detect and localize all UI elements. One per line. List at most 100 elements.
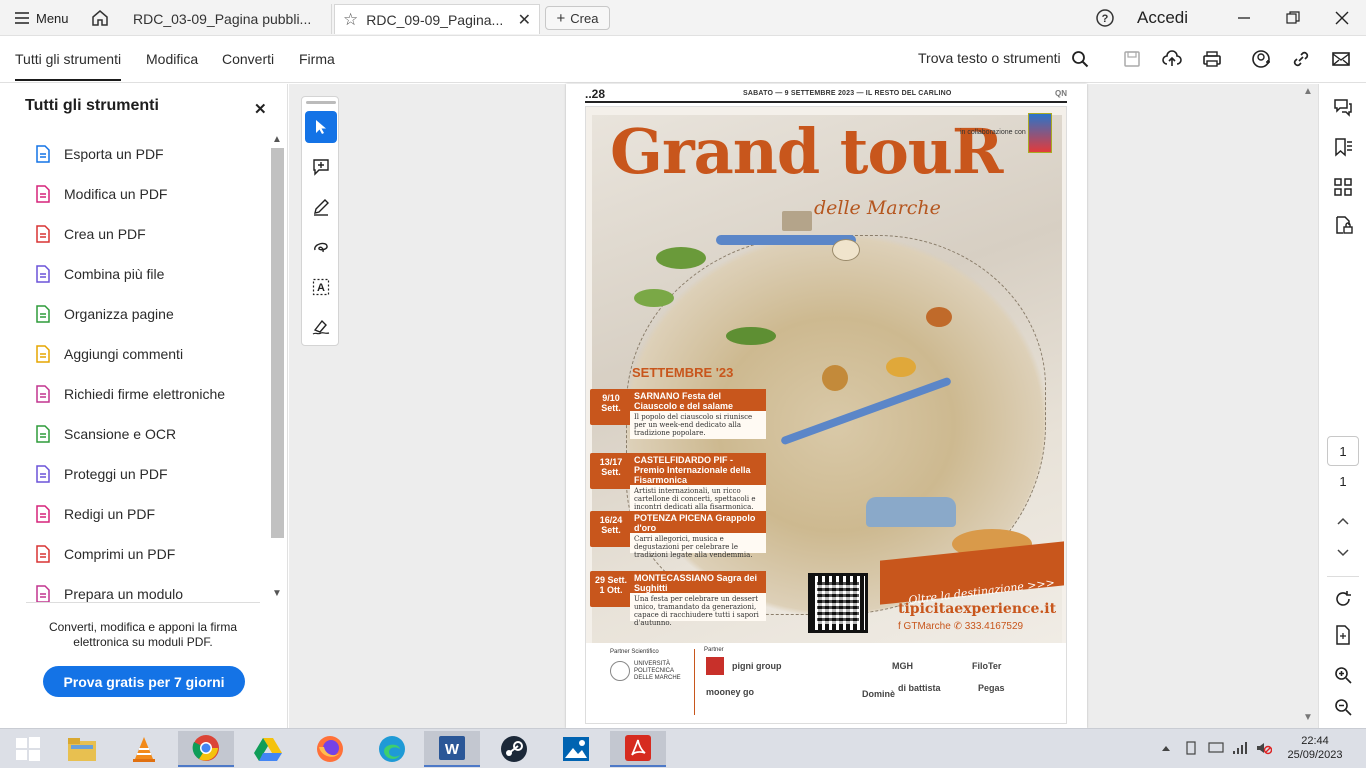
sign-in-button[interactable]: Accedi	[1137, 8, 1188, 28]
start-button[interactable]	[0, 731, 56, 767]
next-page-button[interactable]	[1332, 542, 1354, 564]
zoom-in-button[interactable]	[1332, 664, 1354, 686]
scrollbar-thumb[interactable]	[271, 148, 284, 538]
tool-item[interactable]: Esporta un PDF	[0, 134, 262, 174]
menu-button[interactable]: Menu	[8, 6, 75, 30]
right-rail: 1 1	[1318, 84, 1366, 728]
taskbar-steam[interactable]	[486, 731, 542, 767]
close-panel-icon[interactable]: ✕	[254, 100, 267, 118]
tool-item[interactable]: Organizza pagine	[0, 294, 262, 334]
home-button[interactable]	[86, 4, 114, 32]
tool-item[interactable]: Aggiungi commenti	[0, 334, 262, 374]
tab-sign[interactable]: Firma	[299, 51, 335, 67]
grid-icon	[1334, 178, 1352, 196]
taskbar-firefox[interactable]	[302, 731, 358, 767]
tool-item[interactable]: Comprimi un PDF	[0, 534, 262, 574]
tray-network-device-icon[interactable]	[1184, 741, 1198, 755]
thumbnails-button[interactable]	[1332, 176, 1354, 198]
comments-button[interactable]	[1332, 96, 1354, 118]
taskbar-file-explorer[interactable]	[54, 731, 110, 767]
free-trial-button[interactable]: Prova gratis per 7 giorni	[43, 666, 245, 697]
taskbar-photos[interactable]	[548, 731, 604, 767]
taskbar-vlc[interactable]	[116, 731, 172, 767]
select-tool-button[interactable]	[305, 111, 337, 143]
tab-edit[interactable]: Modifica	[146, 51, 198, 67]
page-number: ..28	[585, 87, 606, 101]
zoom-out-icon	[1335, 699, 1352, 716]
comment-icon	[34, 345, 52, 363]
search-button[interactable]	[1069, 48, 1091, 70]
find-tools-label[interactable]: Trova testo o strumenti	[918, 50, 1061, 66]
tool-item[interactable]: Scansione e OCR	[0, 414, 262, 454]
tray-volume-muted-icon[interactable]	[1256, 741, 1273, 755]
tray-display-icon[interactable]	[1208, 741, 1224, 755]
taskbar-chrome[interactable]	[178, 731, 234, 767]
promo-text: Converti, modifica e apponi la firma ele…	[48, 620, 238, 649]
print-button[interactable]	[1201, 48, 1223, 70]
scan-ocr-icon	[34, 425, 52, 443]
event-item: 13/17 Sett. CASTELFIDARDO PIF - Premio In…	[590, 453, 766, 515]
help-button[interactable]: ?	[1095, 8, 1115, 28]
page-size-button[interactable]	[1332, 624, 1354, 646]
scroll-down-icon[interactable]: ▼	[272, 588, 282, 599]
email-button[interactable]	[1330, 48, 1352, 70]
tool-item[interactable]: Modifica un PDF	[0, 174, 262, 214]
close-window-button[interactable]	[1327, 6, 1357, 30]
link-button[interactable]	[1290, 48, 1312, 70]
bookmarks-button[interactable]	[1332, 136, 1354, 158]
pdf-page[interactable]: ..28 SABATO — 9 SETTEMBRE 2023 — IL REST…	[566, 84, 1087, 728]
document-scrollbar[interactable]: ▲ ▼	[1301, 84, 1316, 728]
tool-item[interactable]: Crea un PDF	[0, 214, 262, 254]
tool-label: Scansione e OCR	[64, 426, 177, 442]
scroll-up-icon[interactable]: ▲	[1303, 86, 1313, 97]
rotate-button[interactable]	[1332, 588, 1354, 610]
draw-tool-button[interactable]	[305, 231, 337, 263]
pen-icon	[314, 199, 329, 216]
panel-scrollbar[interactable]: ▲ ▼	[270, 134, 285, 602]
cursor-icon	[316, 120, 326, 134]
highlight-tool-button[interactable]	[305, 191, 337, 223]
tree-cluster-icon	[634, 289, 674, 307]
zoom-out-button[interactable]	[1332, 696, 1354, 718]
tool-item[interactable]: Redigi un PDF	[0, 494, 262, 534]
star-icon[interactable]: ☆	[343, 10, 358, 30]
tool-item[interactable]: Combina più file	[0, 254, 262, 294]
taskbar-google-drive[interactable]	[240, 731, 296, 767]
tab-document-2-active[interactable]: ☆ RDC_09-09_Pagina... ✕	[334, 4, 540, 34]
tab-convert[interactable]: Converti	[222, 51, 274, 67]
sign-tool-button[interactable]	[305, 311, 337, 343]
system-clock[interactable]: 22:44 25/09/2023	[1280, 734, 1350, 762]
restore-button[interactable]	[1278, 6, 1308, 30]
chrome-icon	[192, 735, 219, 761]
help-icon: ?	[1096, 9, 1114, 27]
taskbar-acrobat[interactable]	[610, 731, 666, 767]
current-page-input[interactable]: 1	[1327, 436, 1359, 466]
share-user-button[interactable]	[1250, 48, 1272, 70]
scroll-up-icon[interactable]: ▲	[272, 134, 282, 145]
add-comment-tool-button[interactable]	[305, 151, 337, 183]
svg-text:W: W	[445, 741, 460, 758]
show-hidden-icons[interactable]	[1160, 741, 1174, 755]
event-description: Una festa per celebrare un dessert unico…	[630, 593, 766, 627]
text-tool-button[interactable]: A	[305, 271, 337, 303]
tool-item[interactable]: Richiedi firme elettroniche	[0, 374, 262, 414]
tool-item[interactable]: Prepara un modulo	[0, 574, 262, 602]
taskbar-edge[interactable]	[364, 731, 420, 767]
taskbar-word[interactable]: W	[424, 731, 480, 767]
prepare-form-icon	[34, 585, 52, 602]
tray-signal-icon[interactable]	[1232, 741, 1247, 755]
drag-handle[interactable]	[306, 101, 336, 104]
protect-button[interactable]	[1332, 214, 1354, 236]
save-button[interactable]	[1121, 48, 1143, 70]
compress-pdf-icon	[34, 545, 52, 563]
close-tab-icon[interactable]: ✕	[518, 10, 531, 30]
previous-page-button[interactable]	[1332, 510, 1354, 532]
minimize-button[interactable]	[1229, 6, 1259, 30]
upload-button[interactable]	[1161, 48, 1183, 70]
tool-item[interactable]: Proteggi un PDF	[0, 454, 262, 494]
create-button[interactable]: + Crea	[545, 6, 610, 30]
tab-document-1[interactable]: RDC_03-09_Pagina pubbli...	[122, 4, 332, 34]
clock-time: 22:44	[1301, 735, 1329, 747]
tab-all-tools[interactable]: Tutti gli strumenti	[15, 51, 122, 81]
scroll-down-icon[interactable]: ▼	[1303, 712, 1313, 723]
